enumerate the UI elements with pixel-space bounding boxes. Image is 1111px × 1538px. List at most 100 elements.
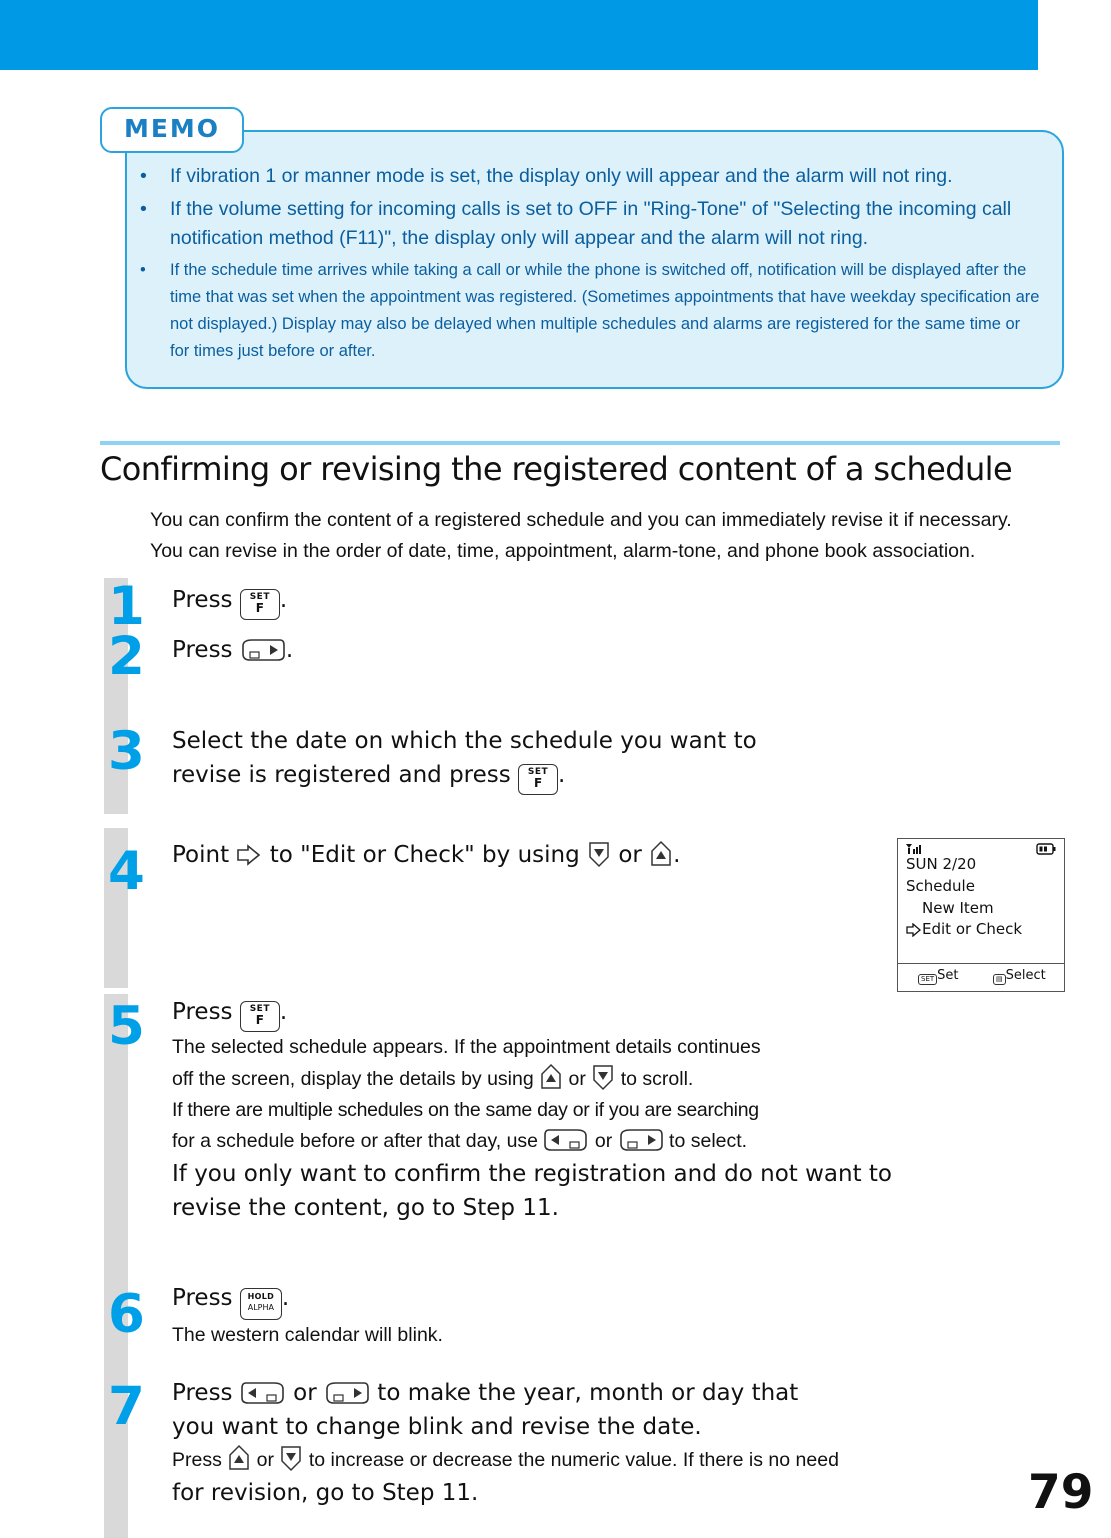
phone-menu-item-edit: Edit or Check	[922, 920, 1023, 938]
step-text-line-1: Press HOLD ALPHA.	[172, 1281, 1072, 1320]
step-subtext-line: The selected schedule appears. If the ap…	[172, 1036, 761, 1058]
step-text-part: .	[279, 999, 288, 1025]
step-text-part: Press	[172, 587, 240, 613]
step-text-part: revise is registered and press	[172, 762, 519, 788]
step-number: 6	[108, 1284, 145, 1345]
step-text-part: or	[589, 1130, 618, 1152]
section-divider	[100, 441, 1060, 445]
memo-item: • If the volume setting for incoming cal…	[140, 195, 1040, 253]
step-text-part: or	[285, 1380, 324, 1406]
left-arrow-key-icon	[543, 1127, 589, 1153]
pointer-arrow-icon	[236, 844, 262, 866]
phone-screen-illustration: SUN 2/20 Schedule New Item Edit or Check…	[897, 838, 1065, 992]
step-text-part: Press	[172, 999, 240, 1025]
step-text-part: Press	[172, 1449, 228, 1471]
phone-softkey-left-label: Set	[937, 968, 959, 983]
step-text-part: Press	[172, 637, 240, 663]
step-text: Press or to make the year, month or day …	[172, 1376, 1072, 1510]
battery-icon	[1036, 841, 1056, 860]
step-text-part: to "Edit or Check" by using	[262, 842, 588, 868]
step-text-line: revise the content, go to Step 11.	[172, 1195, 559, 1221]
page-number: 79	[1028, 1465, 1094, 1520]
memo-item: • If vibration 1 or manner mode is set, …	[140, 162, 1040, 191]
phone-title: Schedule	[906, 877, 975, 895]
step-text-line-1: Press SET F.	[172, 995, 1072, 1032]
step-text: Press SET F. The selected schedule appear…	[172, 995, 1072, 1225]
step-text-part: to scroll.	[615, 1068, 694, 1090]
step-text-line-2: revise is registered and press SET F.	[172, 758, 1072, 795]
right-arrow-key-icon	[618, 1127, 664, 1153]
step-text: Select the date on which the schedule yo…	[172, 724, 1072, 795]
phone-softkey-divider	[898, 963, 1064, 964]
step-text: Press SET F.	[172, 583, 1072, 620]
step-text-part: .	[558, 762, 566, 788]
step-subtext-line: off the screen, display the details by u…	[172, 1063, 1072, 1095]
step-text-part: or	[251, 1449, 280, 1471]
step-text-line: If you only want to confirm the registra…	[172, 1161, 892, 1187]
step-text-part: Press	[172, 1285, 240, 1311]
phone-softkey-right: ▤ Select	[993, 968, 1046, 985]
step-text-part: or	[563, 1068, 592, 1090]
step-text: Press HOLD ALPHA. The western calendar wi…	[172, 1281, 1072, 1351]
step-subtext-line: for a schedule before or after that day,…	[172, 1126, 1072, 1157]
step-text-part: or	[611, 842, 650, 868]
hold-alpha-key-icon: HOLD ALPHA	[239, 1288, 282, 1320]
step-text-line: for revision, go to Step 11.	[172, 1480, 479, 1506]
step-text-part: .	[281, 1285, 290, 1311]
page-title: Confirming or revising the registered co…	[100, 450, 1013, 488]
step-number: 2	[108, 626, 145, 687]
bullet-icon: •	[140, 165, 147, 187]
up-key-icon	[227, 1444, 251, 1472]
set-key-icon: SET F	[518, 764, 559, 795]
bullet-icon: •	[140, 261, 146, 279]
step-text-part: to increase or decrease the numeric valu…	[303, 1449, 839, 1471]
step-text-part: .	[285, 637, 294, 663]
step-subtext: Press or to increase or decrease the num…	[172, 1444, 1072, 1476]
select-key-icon: ▤	[993, 974, 1006, 985]
pointer-arrow-icon	[906, 922, 922, 941]
phone-softkey-right-label: Select	[1005, 968, 1046, 983]
step-text-part: .	[279, 587, 288, 613]
up-key-icon	[649, 840, 673, 868]
step-text-part: Press	[172, 1380, 240, 1406]
down-key-icon	[279, 1444, 303, 1472]
step-text-part: off the screen, display the details by u…	[172, 1068, 540, 1090]
memo-label: MEMO	[123, 114, 221, 143]
section-intro: You can confirm the content of a registe…	[150, 505, 1065, 567]
bullet-icon: •	[140, 198, 147, 220]
set-key-icon: SET F	[239, 1001, 280, 1032]
step-text-line-2: you want to change blink and revise the …	[172, 1414, 702, 1440]
step-text-line-1: Select the date on which the schedule yo…	[172, 728, 757, 754]
memo-list: • If vibration 1 or manner mode is set, …	[140, 162, 1040, 369]
phone-menu-item-new: New Item	[922, 899, 994, 917]
up-key-icon	[539, 1063, 563, 1091]
right-arrow-key-icon	[240, 637, 286, 663]
memo-item-text: If vibration 1 or manner mode is set, th…	[170, 165, 953, 187]
left-arrow-key-icon	[240, 1380, 286, 1406]
memo-tab: MEMO	[100, 107, 244, 153]
set-key-icon: SET	[918, 974, 938, 985]
step-subtext-line: The western calendar will blink.	[172, 1324, 443, 1346]
section-intro-line-2: You can revise in the order of date, tim…	[150, 540, 976, 562]
memo-item-text: If the schedule time arrives while takin…	[170, 261, 1040, 360]
step-text-part: to make the year, month or day that	[370, 1380, 799, 1406]
step-subtext: The selected schedule appears. If the ap…	[172, 1032, 1072, 1157]
step-text-part: .	[673, 842, 681, 868]
step-text-part: Point	[172, 842, 237, 868]
step-number: 7	[108, 1376, 145, 1437]
step-subtext-line: If there are multiple schedules on the s…	[172, 1099, 759, 1121]
memo-item-text: If the volume setting for incoming calls…	[170, 198, 1012, 249]
step-text-part: for a schedule before or after that day,…	[172, 1130, 544, 1152]
step-number: 4	[108, 841, 145, 902]
step-text-part: to select.	[663, 1130, 748, 1152]
phone-date: SUN 2/20	[906, 855, 977, 873]
step-text: Press .	[172, 633, 1072, 667]
down-key-icon	[591, 1063, 615, 1091]
step-number: 3	[108, 721, 145, 782]
page-header-bar	[0, 0, 1038, 70]
step-subtext-line: Press or to increase or decrease the num…	[172, 1444, 1072, 1476]
down-key-icon	[587, 840, 611, 868]
section-intro-line-1: You can confirm the content of a registe…	[150, 509, 1012, 531]
phone-softkey-left: SET Set	[918, 968, 959, 985]
memo-item: • If the schedule time arrives while tak…	[140, 257, 1040, 365]
